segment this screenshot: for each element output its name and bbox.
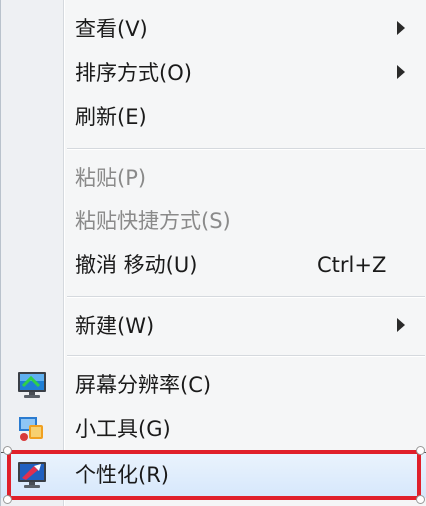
menu-item-label: 排序方式(O) (75, 61, 192, 85)
menu-item-refresh[interactable]: 刷新(E) (1, 96, 426, 138)
menu-separator (67, 148, 425, 150)
menu-item-label: 屏幕分辨率(C) (75, 373, 212, 397)
menu-item-gadgets[interactable]: 小工具(G) (1, 408, 426, 450)
shortcut-text: Ctrl+Z (317, 253, 387, 277)
context-menu: 查看(V) 排序方式(O) 刷新(E) 粘贴(P) 粘贴快捷方式(S) 撤消 移… (0, 0, 426, 506)
selection-handle (416, 446, 425, 455)
menu-item-label: 查看(V) (75, 17, 148, 41)
gadgets-icon (17, 415, 47, 443)
menu-item-label: 小工具(G) (75, 417, 171, 441)
menu-item-paste[interactable]: 粘贴(P) (1, 157, 426, 199)
menu-item-label: 刷新(E) (75, 105, 147, 129)
menu-item-label: 新建(W) (75, 314, 155, 338)
menu-item-label: 撤消 移动(U) (75, 253, 198, 277)
menu-item-label: 粘贴快捷方式(S) (75, 209, 231, 233)
menu-item-view[interactable]: 查看(V) (1, 8, 426, 50)
submenu-arrow-icon (397, 318, 405, 332)
menu-separator (67, 296, 425, 298)
menu-item-new[interactable]: 新建(W) (1, 305, 426, 347)
menu-item-screen-resolution[interactable]: 屏幕分辨率(C) (1, 364, 426, 406)
menu-separator (67, 355, 425, 357)
menu-item-paste-shortcut[interactable]: 粘贴快捷方式(S) (1, 200, 426, 242)
menu-item-label: 粘贴(P) (75, 166, 147, 190)
menu-item-sort-by[interactable]: 排序方式(O) (1, 52, 426, 94)
selection-handle (3, 446, 12, 455)
selection-handle (3, 495, 12, 504)
submenu-arrow-icon (397, 65, 405, 79)
monitor-icon (17, 371, 47, 399)
highlight-annotation-box (7, 450, 421, 500)
selection-handle (416, 495, 425, 504)
menu-item-undo-move[interactable]: 撤消 移动(U) Ctrl+Z (1, 244, 426, 286)
submenu-arrow-icon (397, 21, 405, 35)
